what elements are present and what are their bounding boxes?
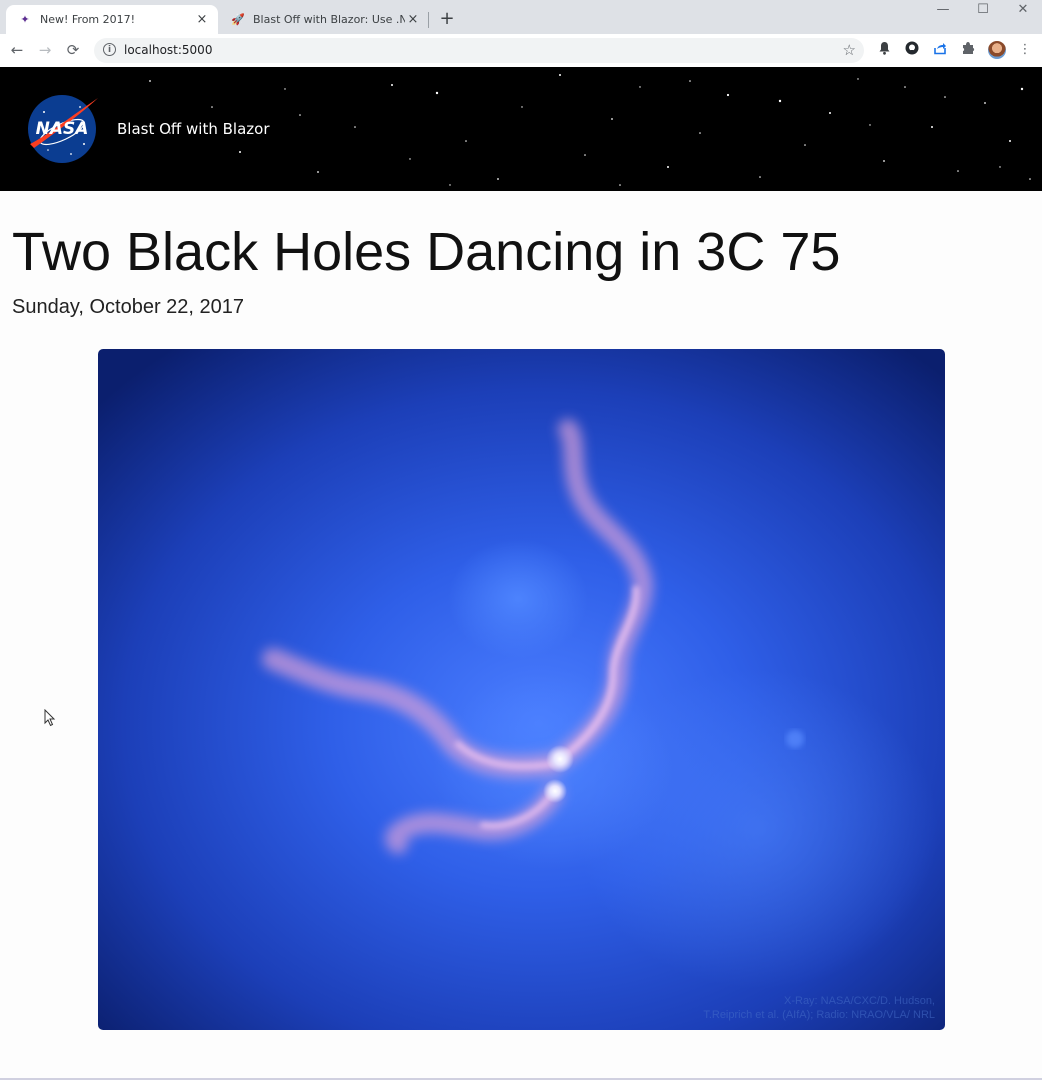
image-credit-line-1: X-Ray: NASA/CXC/D. Hudson, [784,995,935,1007]
blazor-favicon-icon: ✦ [20,12,30,26]
image-credit-line-2: T.Reiprich et al. (AIfA); Radio: NRAO/VL… [703,1009,935,1021]
article-date: Sunday, October 22, 2017 [12,296,245,318]
close-tab-icon[interactable]: × [405,12,421,27]
new-tab-button[interactable]: + [437,8,457,30]
back-button[interactable]: ← [7,40,27,60]
close-tab-icon[interactable]: × [194,12,210,27]
site-header: NASA Blast Off with Blazor [0,67,1042,191]
tab-new-from-2017[interactable]: ✦ New! From 2017! × [6,5,218,34]
tab-blast-off-with-blazor[interactable]: 🚀 Blast Off with Blazor: Use .NET 5 t × [219,5,429,34]
tab-title: Blast Off with Blazor: Use .NET 5 t [253,13,405,26]
profile-avatar[interactable] [988,41,1006,59]
chrome-menu-icon[interactable]: ⋮ [1016,41,1034,59]
page-title: Two Black Holes Dancing in 3C 75 [12,222,841,282]
minimize-button[interactable]: — [924,0,962,22]
share-icon[interactable] [931,41,949,59]
mouse-cursor-icon [44,709,56,727]
bell-icon[interactable] [875,41,893,59]
rocket-favicon-icon: 🚀 [231,12,245,26]
nasa-logo[interactable]: NASA [26,92,100,164]
image-credit: X-Ray: NASA/CXC/D. Hudson, T.Reiprich et… [703,994,935,1022]
extensions-icon[interactable] [959,41,977,59]
browser-chrome: ✦ New! From 2017! × 🚀 Blast Off with Bla… [0,0,1042,67]
site-info-icon[interactable]: i [103,43,116,56]
nasa-logo-text: NASA [36,119,89,139]
tab-title: New! From 2017! [40,13,136,26]
bookmark-star-icon[interactable]: ☆ [843,38,856,63]
address-bar[interactable]: i localhost:5000 ☆ [94,38,864,63]
site-title[interactable]: Blast Off with Blazor [117,119,269,139]
close-window-button[interactable]: ✕ [1004,0,1042,22]
tab-separator [428,12,429,28]
maximize-button[interactable]: ☐ [964,0,1002,22]
tab-strip: ✦ New! From 2017! × 🚀 Blast Off with Bla… [0,0,1042,34]
url-text[interactable]: localhost:5000 [124,38,212,63]
github-icon[interactable] [903,41,921,59]
browser-toolbar: ← → ⟳ i localhost:5000 ☆ ⋮ [0,34,1042,67]
astronomy-image: X-Ray: NASA/CXC/D. Hudson, T.Reiprich et… [98,349,945,1030]
reload-button[interactable]: ⟳ [63,40,83,60]
forward-button[interactable]: → [35,40,55,60]
